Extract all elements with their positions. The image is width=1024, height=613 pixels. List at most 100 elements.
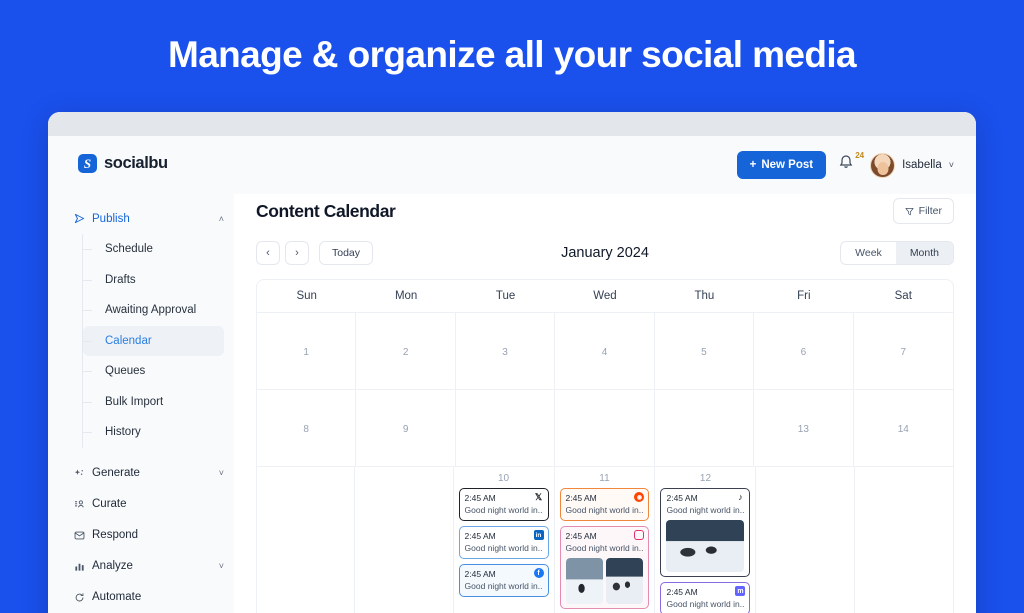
sidebar-item-label: Analyze: [92, 560, 133, 572]
calendar-day-number: 6: [800, 346, 807, 358]
calendar-day-cell[interactable]: [756, 467, 855, 613]
calendar-day-cell[interactable]: 10 2:45 AM Good night world in.. 𝕏 2:45 AM Go…: [454, 467, 555, 613]
bell-icon: [839, 155, 853, 168]
post-time: 2:45 AM: [666, 493, 698, 503]
day-header-sat: Sat: [894, 290, 912, 302]
sidebar-item-history[interactable]: History: [83, 417, 224, 448]
notifications-button[interactable]: 24: [838, 151, 864, 176]
sidebar-subnav: Schedule Drafts Awaiting Approval Calend…: [82, 234, 224, 448]
post-text: Good night world in..: [666, 505, 745, 515]
sidebar-subitem-label: Bulk Import: [105, 395, 164, 408]
sidebar-item-analyze[interactable]: Analyze ˅: [66, 551, 224, 582]
post-time: 2:45 AM: [464, 531, 496, 541]
calendar-day-number: 3: [502, 346, 508, 358]
sidebar-subitem-label: Calendar: [105, 334, 152, 347]
calendar-day-cell[interactable]: [655, 390, 755, 466]
user-menu[interactable]: Isabella ˅: [870, 152, 954, 178]
calendar-week-row: 8 9 13 14: [257, 390, 953, 467]
calendar-post-card[interactable]: 2:45 AM Good night world in.. □: [559, 526, 650, 609]
page-title: Content Calendar: [256, 200, 396, 221]
socialbu-logo-icon: S: [78, 154, 97, 173]
topbar: + New Post 24 Isabella ˅: [234, 136, 976, 194]
day-header-sun: Sun: [296, 290, 317, 302]
sidebar-item-label: Publish: [92, 212, 130, 225]
linkedin-icon: in: [533, 530, 544, 540]
sparkle-icon: [74, 468, 92, 479]
main-area: + New Post 24 Isabella ˅ Content Calenda…: [234, 136, 976, 613]
sidebar-subitem-label: History: [105, 426, 141, 439]
sidebar-item-schedule[interactable]: Schedule: [83, 234, 224, 265]
calendar-post-card[interactable]: 2:45 AM Good night world in.. 𝕏: [458, 488, 549, 521]
sidebar-item-bulk-import[interactable]: Bulk Import: [83, 387, 224, 418]
post-text: Good night world in..: [464, 505, 543, 515]
calendar-day-number: 13: [797, 423, 809, 435]
refresh-icon: [74, 592, 92, 603]
calendar-day-cell[interactable]: 1: [257, 313, 357, 389]
sidebar-item-calendar[interactable]: Calendar: [83, 325, 224, 356]
day-header-mon: Mon: [394, 290, 418, 302]
calendar-day-number: 9: [402, 423, 409, 435]
post-text: Good night world in..: [565, 543, 644, 553]
calendar-day-cell[interactable]: 3: [456, 313, 556, 389]
calendar-weeks: 1 2 3 4 5 6 7 8 9 13 14 10 2:45 AM Good night world i…: [257, 313, 953, 613]
sidebar-item-label: Curate: [92, 498, 127, 510]
brand-logo[interactable]: S socialbu: [58, 136, 224, 173]
calendar-day-cell[interactable]: [555, 390, 655, 466]
calendar-day-cell[interactable]: [355, 467, 454, 613]
sidebar: S socialbu Publish ˄ Schedule Drafts Awa…: [48, 136, 234, 613]
calendar-day-cell[interactable]: 2: [356, 313, 456, 389]
calendar-day-cell[interactable]: [456, 390, 556, 466]
calendar-day-cell[interactable]: [257, 467, 356, 613]
calendar-day-number: 4: [601, 346, 608, 358]
post-time: 2:45 AM: [464, 569, 496, 579]
calendar-day-cell[interactable]: 6: [754, 313, 854, 389]
calendar-day-cell[interactable]: 5: [655, 313, 755, 389]
calendar-day-cell[interactable]: [855, 467, 953, 613]
calendar-day-cell[interactable]: 4: [555, 313, 655, 389]
calendar-post-card[interactable]: 2:45 AM Good night world in.. ◉: [559, 488, 650, 521]
sidebar-subitem-label: Schedule: [105, 243, 153, 256]
curate-icon: [74, 499, 92, 510]
sidebar-item-curate[interactable]: Curate: [66, 489, 224, 520]
calendar-day-cell[interactable]: 11 2:45 AM Good night world in.. ◉ 2:45 AM Go…: [555, 467, 656, 613]
browser-window: S socialbu Publish ˄ Schedule Drafts Awa…: [48, 112, 976, 613]
chevron-up-icon: ˄: [218, 213, 224, 224]
calendar-post-card[interactable]: 2:45 AM Good night world in.. f: [458, 564, 549, 597]
plus-icon: +: [749, 159, 757, 171]
instagram-icon: □: [634, 530, 645, 540]
calendar-day-number: 14: [897, 423, 909, 435]
calendar-day-cell[interactable]: 14: [854, 390, 953, 466]
sidebar-item-queues[interactable]: Queues: [83, 356, 224, 387]
send-icon: [74, 213, 92, 224]
sidebar-item-generate[interactable]: Generate ˅: [66, 458, 224, 489]
view-week-button[interactable]: Week: [841, 242, 896, 264]
sidebar-item-publish[interactable]: Publish ˄: [66, 203, 224, 234]
calendar-post-card[interactable]: 2:45 AM Good night world in.. m: [660, 582, 751, 613]
calendar-grid: Sun Mon Tue Wed Thu Fri Sat 1 2 3 4 5 6 7 8 9 13 1…: [256, 279, 954, 613]
content-area: Content Calendar Filter ‹ › Today Januar…: [234, 198, 976, 613]
calendar-post-card[interactable]: 2:45 AM Good night world in.. in: [458, 526, 549, 559]
post-text: Good night world in..: [565, 505, 644, 515]
calendar-day-cell[interactable]: 8: [257, 390, 357, 466]
post-thumbnail: [666, 520, 745, 572]
sidebar-subitem-label: Queues: [105, 365, 146, 378]
calendar-day-cell[interactable]: 7: [854, 313, 953, 389]
post-thumbnail: [565, 558, 603, 604]
user-name: Isabella: [902, 159, 942, 171]
filter-button[interactable]: Filter: [892, 198, 954, 224]
calendar-day-number: 12: [699, 473, 712, 484]
sidebar-item-awaiting-approval[interactable]: Awaiting Approval: [83, 295, 224, 326]
sidebar-item-automate[interactable]: Automate: [66, 582, 224, 613]
sidebar-item-respond[interactable]: Respond: [66, 520, 224, 551]
view-month-button[interactable]: Month: [895, 242, 953, 264]
filter-label: Filter: [918, 205, 942, 217]
calendar-day-cell[interactable]: 9: [356, 390, 456, 466]
new-post-button[interactable]: + New Post: [736, 151, 827, 179]
calendar-day-number: 10: [497, 473, 510, 484]
calendar-day-cell[interactable]: 13: [754, 390, 854, 466]
calendar-post-card[interactable]: 2:45 AM Good night world in.. ♪: [660, 488, 751, 577]
calendar-day-cell[interactable]: 12 2:45 AM Good night world in.. ♪ 2:45 AM Go…: [655, 467, 757, 613]
day-header-fri: Fri: [797, 290, 811, 302]
brand-name: socialbu: [104, 154, 168, 172]
sidebar-item-drafts[interactable]: Drafts: [83, 265, 224, 296]
